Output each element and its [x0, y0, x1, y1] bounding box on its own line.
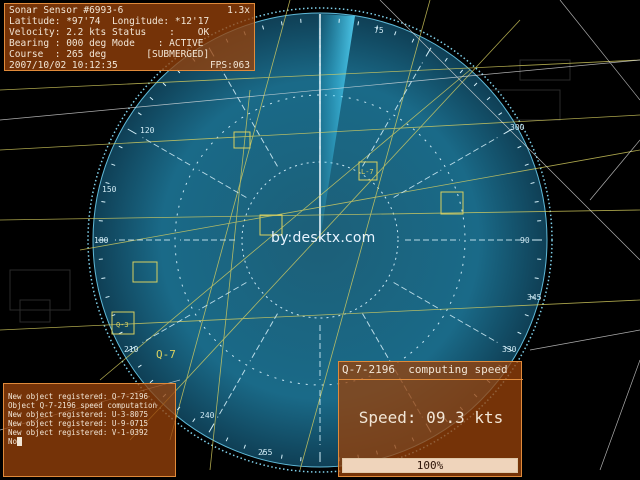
contact-label-q3: Q-3 [116, 321, 129, 329]
fps-readout: FPS:063 [209, 60, 250, 71]
ring-tick [357, 21, 360, 26]
bearing-label-300: 300 [510, 123, 525, 132]
speed-value: Speed: 09.3 kts [358, 408, 504, 427]
ring-tick [534, 277, 539, 280]
datetime-readout: 2007/10/02 10:12:35 [9, 60, 118, 71]
event-log-panel: New object registered: Q-7-2196 Object Q… [3, 383, 176, 477]
coordinates-readout: Latitude: *97'74 Longitude: *12'17 [9, 16, 210, 27]
log-line: New object registered: Q-7-2196 [8, 392, 148, 401]
log-line: New object registered: U-9-0715 [8, 419, 148, 428]
degree-label-345: 345 [527, 293, 542, 302]
velocity-status-readout: Velocity: 2.2 kts Status : OK [9, 27, 210, 38]
degree-label-90: 90 [520, 236, 530, 245]
zoom-level: 1.3x [227, 5, 250, 16]
speed-computation-panel: Q-7-2196 computing speed Speed: 09.3 kts… [338, 361, 523, 477]
ring-tick [280, 21, 283, 26]
speed-panel-title: Q-7-2196 computing speed [342, 363, 508, 376]
ring-tick [101, 277, 106, 280]
bearing-mode-readout: Bearing : 000 deg Mode : ACTIVE [9, 38, 204, 49]
progress-label: 100% [416, 459, 444, 472]
contact-label-l7: L-7 [361, 168, 374, 176]
ring-tick [280, 454, 283, 459]
watermark: by:desktx.com [271, 230, 376, 246]
log-line: New object registered: V-1-0392 [8, 428, 148, 437]
degree-label-75: 75 [374, 26, 384, 35]
degree-label-180: 180 [94, 236, 109, 245]
ring-tick [534, 200, 539, 203]
bearing-label-120: 120 [140, 126, 155, 135]
contact-label-q7: Q-7 [156, 348, 176, 361]
degree-label-210: 210 [124, 345, 139, 354]
log-line: New object registered: U-3-8075 [8, 410, 148, 419]
sensor-info-panel: Sonar Sensor #6993-6 1.3x Latitude: *97'… [4, 3, 255, 71]
ring-tick [101, 200, 106, 203]
degree-label-330: 330 [502, 345, 517, 354]
log-line: Object Q-7-2196 speed computation [8, 401, 158, 410]
degree-label-255: 255 [258, 448, 273, 457]
progress-bar: 100% [342, 458, 518, 473]
log-line-cursor: No [8, 437, 171, 446]
degree-label-240: 240 [200, 411, 215, 420]
course-readout: Course : 265 deg [SUBMERGED] [9, 49, 210, 60]
bearing-label-150: 150 [102, 185, 117, 194]
sensor-title: Sonar Sensor #6993-6 [9, 5, 124, 16]
